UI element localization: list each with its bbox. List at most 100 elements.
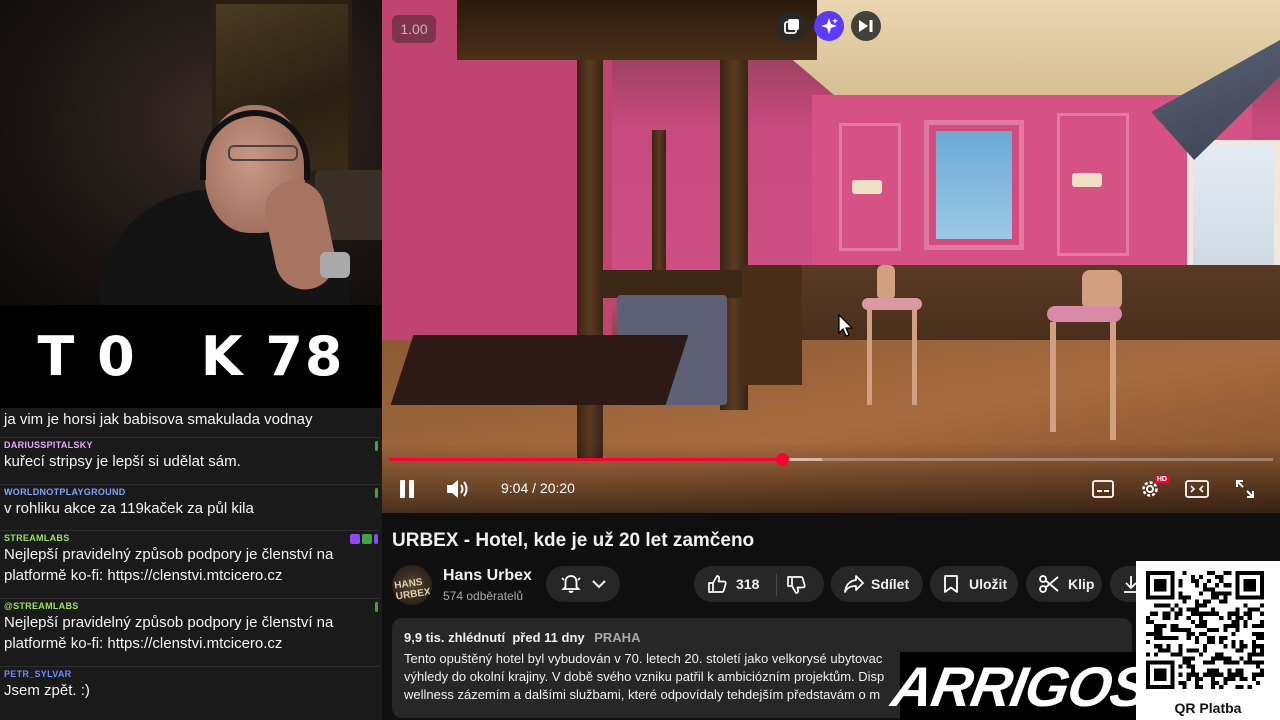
scene-stool-leg	[912, 310, 917, 405]
like-button[interactable]: 318	[706, 573, 759, 595]
thumbs-down-icon	[787, 576, 806, 594]
chat-panel: ja vim je horsi jak babisova smakulada v…	[0, 408, 382, 720]
arrigos-logo-text: ARRIGOS	[887, 654, 1153, 718]
like-dislike-group: 318	[694, 566, 824, 602]
chat-badges	[375, 488, 378, 498]
mouse-cursor-icon	[838, 314, 854, 337]
scissors-icon	[1039, 575, 1059, 593]
progress-bar[interactable]	[389, 453, 1273, 466]
wristwatch	[320, 252, 350, 278]
description-line: wellness zázemím a dalšími službami, kte…	[404, 687, 881, 702]
playback-speed-badge: 1.00	[392, 15, 436, 43]
upload-date: před 11 dny	[512, 630, 585, 645]
avatar-text: HANS URBEX	[393, 576, 432, 603]
scene-stool	[1082, 270, 1122, 310]
chat-message-text: platformě ko-fi: https://clenstvi.mtcice…	[4, 635, 283, 652]
description-line: výhledy do okolní krajiny. V době svého …	[404, 669, 885, 684]
subscribed-notifications-button[interactable]	[546, 566, 620, 602]
skip-icon	[859, 20, 873, 32]
miniplayer-button[interactable]	[777, 11, 807, 41]
thumbs-up-icon	[708, 575, 727, 593]
badge-icon	[375, 488, 378, 498]
subtitles-button[interactable]	[1091, 475, 1115, 503]
scene-sconce	[1072, 173, 1102, 187]
chat-author[interactable]: @STREAMLABS	[4, 601, 376, 612]
mod-badge-icon	[350, 534, 360, 544]
progress-played	[389, 458, 783, 461]
channel-name[interactable]: Hans Urbex	[443, 567, 532, 585]
description-meta: 9,9 tis. zhlédnutí před 11 dny PRAHA	[404, 630, 640, 645]
scene-stool-leg	[867, 310, 872, 405]
chat-message-text: kuřecí stripsy je lepší si udělat sám.	[4, 453, 241, 470]
chat-message-text: Nejlepší pravidelný způsob podpory je čl…	[4, 614, 334, 631]
view-count: 9,9 tis. zhlédnutí	[404, 630, 506, 645]
scene-stool-seat	[862, 298, 922, 310]
chat-message-text: Jsem zpět. :)	[4, 682, 90, 699]
qr-label: QR Platba	[1174, 700, 1242, 716]
scene-stool	[877, 265, 895, 300]
chat-author[interactable]: STREAMLABS	[4, 533, 376, 544]
theater-mode-button[interactable]	[1184, 475, 1210, 503]
share-button[interactable]: Sdílet	[831, 566, 923, 602]
fullscreen-button[interactable]	[1233, 475, 1257, 503]
ai-assistant-button[interactable]	[814, 11, 844, 41]
channel-avatar[interactable]: HANS URBEX	[392, 565, 432, 605]
chat-badges	[375, 441, 378, 451]
chat-author[interactable]: DARIUSSPITALSKY	[4, 440, 376, 451]
subtitles-icon	[1092, 480, 1114, 498]
chat-message: STREAMLABS Nejlepší pravidelný způsob po…	[0, 530, 380, 597]
clip-button[interactable]: Klip	[1026, 566, 1102, 602]
glasses	[228, 145, 298, 161]
share-icon	[844, 575, 864, 593]
hd-badge: HD	[1154, 476, 1169, 483]
video-title: URBEX - Hotel, kde je už 20 let zamčeno	[392, 530, 755, 551]
chat-message: DARIUSSPITALSKY kuřecí stripsy je lepší …	[0, 437, 380, 483]
scene-stool-leg	[1110, 322, 1116, 440]
scene-sconce	[852, 180, 882, 194]
video-player[interactable]: 1.00 9:04 / 20:20 HD	[382, 0, 1280, 513]
like-count: 318	[736, 576, 760, 592]
theater-icon	[1185, 480, 1209, 498]
chat-badges	[375, 602, 378, 612]
time-display: 9:04 / 20:20	[501, 480, 575, 496]
chat-author[interactable]: PETR_SYLVAR	[4, 669, 376, 680]
badge-icon	[374, 534, 378, 544]
volume-icon	[447, 480, 468, 498]
save-button[interactable]: Uložit	[930, 566, 1018, 602]
settings-button[interactable]: HD	[1137, 475, 1169, 503]
fullscreen-icon	[1236, 480, 1254, 498]
tk-counter: T 0 K 78	[0, 305, 382, 408]
counter-right: K 78	[200, 325, 345, 388]
skip-button[interactable]	[851, 11, 881, 41]
dislike-button[interactable]	[785, 574, 807, 599]
volume-button[interactable]	[444, 475, 472, 503]
chat-author[interactable]: WORLDNOTPLAYGROUND	[4, 487, 376, 498]
subscriber-count: 574 odběratelů	[443, 589, 524, 603]
chat-message-text: ja vim je horsi jak babisova smakulada v…	[4, 411, 313, 428]
verified-badge-icon	[362, 534, 372, 544]
chat-message: ja vim je horsi jak babisova smakulada v…	[0, 408, 380, 436]
description-line: Tento opuštěný hotel byl vybudován v 70.…	[404, 651, 883, 666]
chat-message: PETR_SYLVAR Jsem zpět. :)	[0, 666, 380, 720]
save-label: Uložit	[969, 576, 1008, 592]
location-tag[interactable]: PRAHA	[594, 630, 640, 645]
badge-icon	[375, 602, 378, 612]
arrigos-logo: ARRIGOS	[887, 652, 1153, 720]
ai-sparkle-icon	[821, 18, 838, 34]
bookmark-icon	[944, 575, 958, 593]
like-separator	[776, 574, 777, 596]
bell-icon	[561, 575, 581, 593]
chat-message-text: v rohliku akce za 119kaček za půl kila	[4, 500, 254, 517]
chat-message: @STREAMLABS Nejlepší pravidelný způsob p…	[0, 598, 380, 665]
chat-message: WORLDNOTPLAYGROUND v rohliku akce za 119…	[0, 484, 380, 530]
webcam-feed	[0, 0, 382, 305]
pause-button[interactable]	[396, 475, 418, 503]
qr-code-icon	[1146, 571, 1264, 689]
scene-stool-leg	[1050, 322, 1056, 432]
qr-payment-box: QR Platba	[1136, 561, 1280, 720]
chat-message-text: platformě ko-fi: https://clenstvi.mtcice…	[4, 567, 283, 584]
counter-left: T 0	[37, 325, 137, 388]
badge-icon	[375, 441, 378, 451]
chat-badges	[350, 534, 378, 544]
pause-icon	[400, 480, 414, 498]
